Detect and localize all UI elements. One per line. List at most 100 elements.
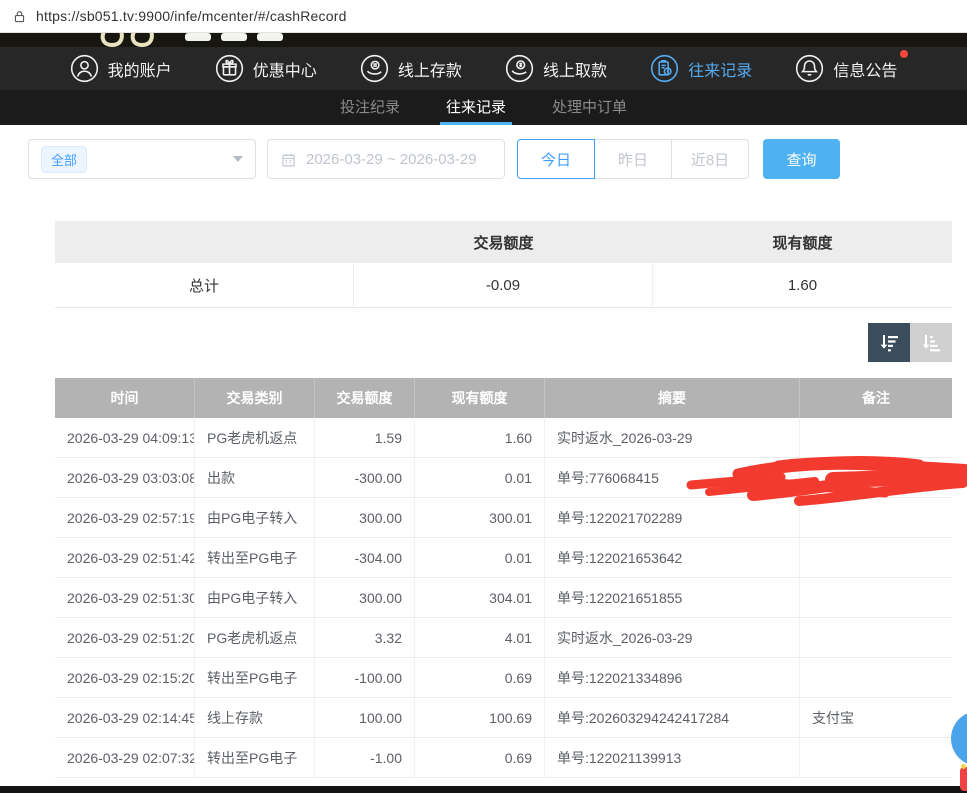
cell-note (800, 458, 952, 497)
cell-type: PG老虎机返点 (195, 618, 315, 657)
cell-amount: 300.00 (315, 578, 415, 617)
last-8-days-button[interactable]: 近8日 (671, 139, 749, 179)
nav-announcements[interactable]: 信息公告 (795, 54, 897, 83)
floating-sidebar-handle[interactable] (960, 767, 967, 791)
cell-type: 由PG电子转入 (195, 498, 315, 537)
type-select[interactable]: 全部 (28, 139, 256, 179)
cell-balance: 4.01 (415, 618, 545, 657)
cell-summary: 单号:122021653642 (545, 538, 800, 577)
cell-amount: 100.00 (315, 698, 415, 737)
sort-ascending-button[interactable] (910, 323, 952, 362)
url-text[interactable]: https://sb051.tv:9900/infe/mcenter/#/cas… (36, 8, 347, 24)
nav-promotions[interactable]: 优惠中心 (215, 54, 317, 83)
transactions-table: 时间 交易类别 交易额度 现有额度 摘要 备注 2026-03-29 04:09… (55, 378, 952, 778)
table-row: 2026-03-29 02:14:45 线上存款 100.00 100.69 单… (55, 698, 952, 738)
nav-cash-records[interactable]: 往来记录 (650, 54, 752, 83)
cell-amount: 1.59 (315, 418, 415, 457)
cell-balance: 0.01 (415, 538, 545, 577)
user-icon (70, 54, 99, 83)
cell-balance: 1.60 (415, 418, 545, 457)
main-navigation: 我的账户 优惠中心 线上存款 线上取款 往来记录 信息公告 (0, 47, 967, 90)
cell-type: 转出至PG电子 (195, 538, 315, 577)
cell-note: 支付宝 (800, 698, 952, 737)
cell-type: PG老虎机返点 (195, 418, 315, 457)
cell-note (800, 418, 952, 457)
today-button[interactable]: 今日 (517, 139, 595, 179)
cell-summary: 单号:776068415 (545, 458, 800, 497)
col-header-time: 时间 (55, 378, 195, 418)
browser-url-bar[interactable]: https://sb051.tv:9900/infe/mcenter/#/cas… (0, 0, 967, 33)
cell-summary: 单号:122021702289 (545, 498, 800, 537)
site-logo-strip (0, 33, 967, 47)
cell-time: 2026-03-29 03:03:08 (55, 458, 195, 497)
nav-withdraw[interactable]: 线上取款 (505, 54, 607, 83)
cell-time: 2026-03-29 04:09:13 (55, 418, 195, 457)
cell-time: 2026-03-29 02:51:20 (55, 618, 195, 657)
table-row: 2026-03-29 04:09:13 PG老虎机返点 1.59 1.60 实时… (55, 418, 952, 458)
date-range-input[interactable]: 2026-03-29 ~ 2026-03-29 (267, 139, 505, 179)
nav-label: 线上存款 (398, 57, 462, 81)
nav-label: 我的账户 (108, 57, 172, 81)
summary-header-balance: 现有额度 (653, 221, 952, 263)
cell-time: 2026-03-29 02:15:20 (55, 658, 195, 697)
nav-deposit[interactable]: 线上存款 (360, 54, 462, 83)
cell-balance: 0.01 (415, 458, 545, 497)
gift-icon (215, 54, 244, 83)
summary-header-row: 交易额度 现有额度 (55, 221, 952, 263)
cell-note (800, 538, 952, 577)
tab-pending-orders[interactable]: 处理中订单 (546, 90, 633, 125)
cell-time: 2026-03-29 02:51:42 (55, 538, 195, 577)
notification-badge (900, 50, 908, 58)
cell-balance: 300.01 (415, 498, 545, 537)
sort-ascending-icon (919, 331, 943, 355)
tab-cash-records[interactable]: 往来记录 (440, 90, 512, 125)
cell-note (800, 658, 952, 697)
cell-type: 转出至PG电子 (195, 658, 315, 697)
cell-time: 2026-03-29 02:07:32 (55, 738, 195, 777)
nav-my-account[interactable]: 我的账户 (70, 54, 172, 83)
summary-current-amount: 1.60 (653, 263, 952, 307)
quick-date-buttons: 今日 昨日 近8日 (517, 139, 749, 179)
summary-total-row: 总计 -0.09 1.60 (55, 263, 952, 308)
cell-type: 由PG电子转入 (195, 578, 315, 617)
nav-label: 信息公告 (833, 57, 897, 81)
deposit-icon (360, 54, 389, 83)
cell-summary: 单号:122021139913 (545, 738, 800, 777)
cell-amount: -300.00 (315, 458, 415, 497)
cell-summary: 实时返水_2026-03-29 (545, 618, 800, 657)
summary-header-trade: 交易额度 (354, 221, 653, 263)
table-row: 2026-03-29 02:07:32 转出至PG电子 -1.00 0.69 单… (55, 738, 952, 778)
bell-icon (795, 54, 824, 83)
cell-summary: 单号:202603294242417284 (545, 698, 800, 737)
summary-trade-amount: -0.09 (354, 263, 653, 307)
cell-note (800, 578, 952, 617)
cell-balance: 100.69 (415, 698, 545, 737)
yesterday-button[interactable]: 昨日 (594, 139, 672, 179)
cell-time: 2026-03-29 02:57:19 (55, 498, 195, 537)
sub-navigation: 投注纪录 往来记录 处理中订单 (0, 90, 967, 125)
table-row: 2026-03-29 03:03:08 出款 -300.00 0.01 单号:7… (55, 458, 952, 498)
site-logo-partial (85, 33, 335, 47)
summary-table: 交易额度 现有额度 总计 -0.09 1.60 (55, 221, 952, 308)
sort-descending-icon (877, 331, 901, 355)
nav-label: 往来记录 (688, 57, 752, 81)
calendar-icon (280, 151, 297, 168)
col-header-type: 交易类别 (195, 378, 315, 418)
search-button[interactable]: 查询 (763, 139, 840, 179)
bottom-bar (0, 786, 967, 793)
type-select-value[interactable]: 全部 (41, 146, 87, 173)
col-header-amount: 交易额度 (315, 378, 415, 418)
summary-total-label: 总计 (55, 263, 354, 307)
tab-bet-records[interactable]: 投注纪录 (334, 90, 406, 125)
chat-widget-button[interactable] (951, 711, 967, 766)
col-header-note: 备注 (800, 378, 952, 418)
cell-type: 转出至PG电子 (195, 738, 315, 777)
chevron-down-icon (233, 156, 243, 162)
table-header-row: 时间 交易类别 交易额度 现有额度 摘要 备注 (55, 378, 952, 418)
nav-label: 线上取款 (543, 57, 607, 81)
sort-descending-button[interactable] (868, 323, 910, 362)
cell-amount: 3.32 (315, 618, 415, 657)
cell-amount: -304.00 (315, 538, 415, 577)
records-icon (650, 54, 679, 83)
sort-controls (868, 323, 952, 362)
